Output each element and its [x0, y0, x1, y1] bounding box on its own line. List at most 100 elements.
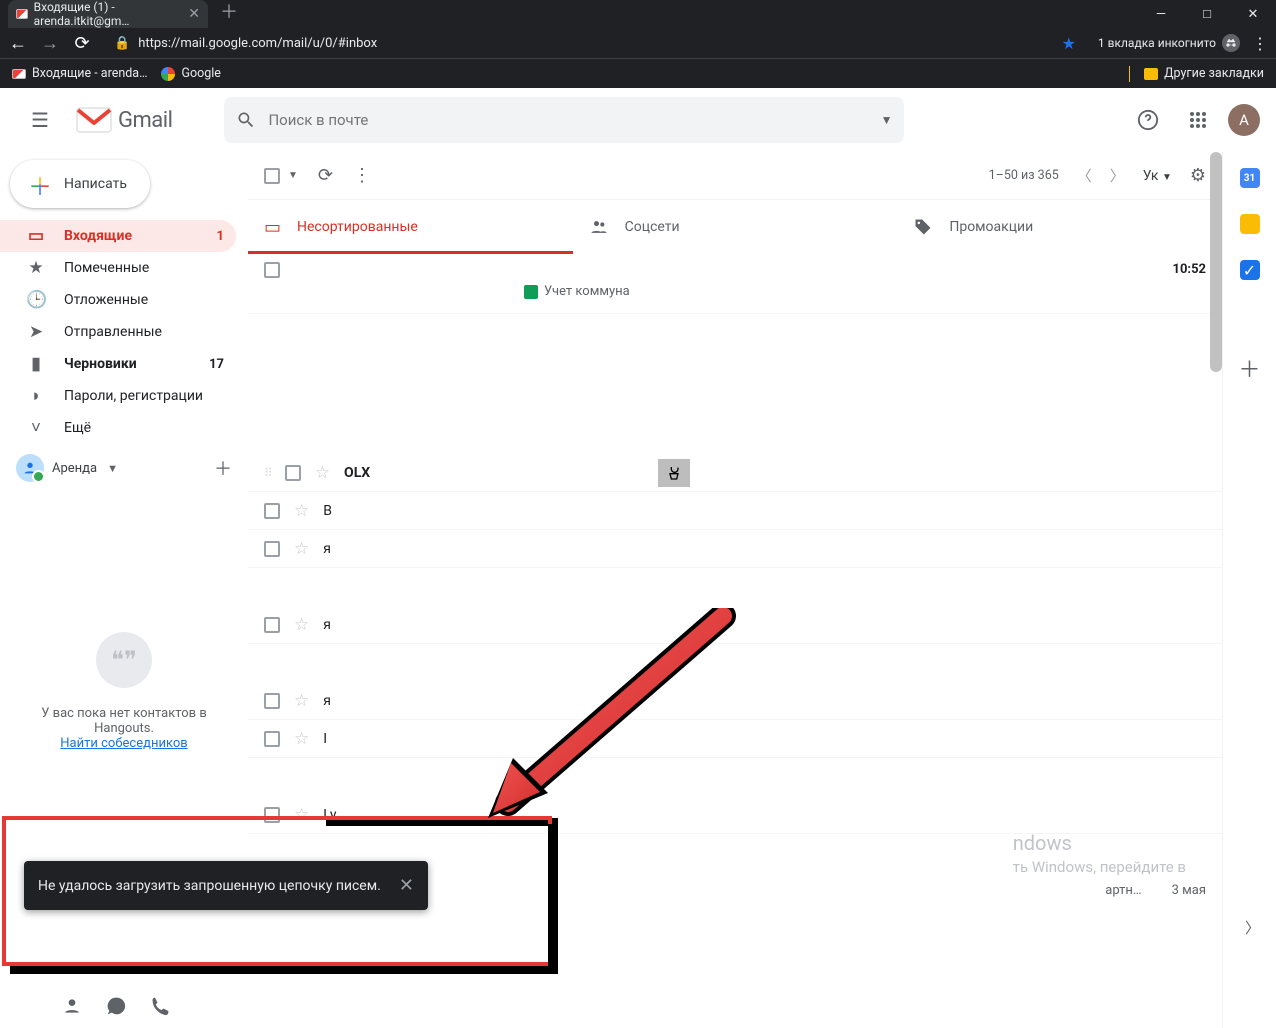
chevron-down-icon[interactable]: ▼ — [107, 462, 118, 475]
bookmark-item[interactable]: Google — [161, 66, 220, 81]
hangouts-find-link[interactable]: Найти собеседников — [60, 736, 187, 751]
window-minimize-button[interactable]: — — [1138, 0, 1184, 28]
search-input[interactable] — [268, 111, 868, 129]
sidebar-item-snoozed[interactable]: 🕒 Отложенные — [0, 284, 236, 316]
tasks-addon-button[interactable]: ✓ — [1240, 260, 1260, 280]
row-time: 10:52 — [1173, 262, 1207, 277]
mail-row[interactable]: ⠿ ☆ OLX — [248, 454, 1222, 492]
get-addons-button[interactable]: ＋ — [1238, 352, 1260, 384]
nav-back-icon[interactable]: ← — [8, 33, 28, 54]
browser-tab[interactable]: Входящие (1) - arenda.itkit@gm… ✕ — [8, 0, 208, 28]
hangouts-empty-text: У вас пока нет контактов в — [20, 706, 228, 721]
nav-forward-icon[interactable]: → — [40, 33, 60, 54]
bookmark-item[interactable]: Входящие - arenda… — [12, 66, 147, 81]
row-checkbox[interactable] — [285, 465, 301, 481]
star-icon[interactable]: ☆ — [294, 691, 309, 711]
tab-primary[interactable]: ▭ Несортированные — [248, 200, 573, 254]
search-box[interactable]: ▼ — [224, 97, 904, 143]
sidebar-item-count: 17 — [209, 357, 224, 372]
support-button[interactable] — [1128, 100, 1168, 140]
folder-icon — [1144, 68, 1158, 80]
star-icon[interactable]: ☆ — [315, 463, 330, 483]
input-lang-button[interactable]: Ук ▼ — [1143, 168, 1172, 184]
star-icon[interactable]: ☆ — [294, 729, 309, 749]
window-close-button[interactable]: ✕ — [1230, 0, 1276, 28]
mail-row[interactable]: ☆ я — [248, 682, 1222, 720]
error-snackbar: Не удалось загрузить запрошенную цепочку… — [24, 861, 428, 910]
mail-row[interactable]: ☆ я — [248, 530, 1222, 568]
mail-row[interactable]: ☆ В — [248, 492, 1222, 530]
mail-row[interactable]: ☆ я — [248, 606, 1222, 644]
new-conversation-button[interactable]: ＋ — [214, 455, 232, 481]
row-sender: я — [323, 541, 503, 557]
row-checkbox[interactable] — [264, 693, 280, 709]
select-dropdown-icon[interactable]: ▼ — [288, 170, 298, 181]
gmail-logo[interactable]: Gmail — [76, 107, 172, 133]
row-checkbox[interactable] — [264, 807, 280, 823]
close-icon[interactable]: ✕ — [399, 875, 414, 896]
other-bookmarks-button[interactable]: Другие закладки — [1144, 66, 1264, 81]
nav-reload-icon[interactable]: ⟳ — [72, 33, 92, 54]
new-tab-button[interactable]: ＋ — [220, 0, 238, 24]
label-icon: ◗ — [26, 386, 46, 406]
settings-button[interactable]: ⚙ — [1190, 165, 1206, 186]
row-checkbox[interactable] — [264, 541, 280, 557]
tab-promotions[interactable]: Промоакции — [897, 200, 1222, 254]
star-icon[interactable]: ☆ — [294, 539, 309, 559]
sidebar-item-starred[interactable]: ★ Помеченные — [0, 252, 236, 284]
select-all-checkbox[interactable] — [264, 168, 280, 184]
row-checkbox[interactable] — [264, 731, 280, 747]
hangouts-contacts-tab[interactable] — [62, 996, 82, 1016]
people-icon — [589, 217, 609, 237]
compose-button[interactable]: ＋ Написать — [10, 160, 150, 208]
keep-addon-button[interactable] — [1240, 214, 1260, 234]
hangouts-user-row[interactable]: Аренда ▼ ＋ — [0, 444, 248, 492]
hangouts-phone-tab[interactable] — [150, 996, 170, 1016]
next-page-button[interactable]: 〉 — [1110, 165, 1125, 186]
sidebar-item-drafts[interactable]: ▮ Черновики 17 — [0, 348, 236, 380]
apps-grid-button[interactable] — [1178, 100, 1218, 140]
browser-menu-icon[interactable]: ⋮ — [1252, 34, 1268, 53]
bookmark-separator — [1129, 66, 1130, 82]
mail-row-partial: артн… 3 мая — [1105, 883, 1206, 898]
scrollbar-thumb[interactable] — [1210, 152, 1222, 372]
mail-row[interactable]: ☆ I — [248, 720, 1222, 758]
row-checkbox[interactable] — [264, 617, 280, 633]
close-tab-icon[interactable]: ✕ — [188, 6, 200, 22]
calendar-addon-button[interactable]: 31 — [1240, 168, 1260, 188]
row-sender: В — [323, 503, 503, 519]
more-actions-button[interactable]: ⋮ — [353, 165, 371, 186]
hangouts-chat-tab[interactable] — [106, 996, 126, 1016]
row-checkbox[interactable] — [264, 503, 280, 519]
tab-social[interactable]: Соцсети — [573, 200, 898, 254]
row-checkbox[interactable] — [264, 262, 280, 278]
sidebar-item-count: 1 — [217, 229, 224, 244]
drag-handle-icon[interactable]: ⠿ — [264, 466, 271, 480]
prev-page-button[interactable]: 〈 — [1077, 165, 1092, 186]
gmail-favicon-icon — [16, 9, 28, 19]
search-icon[interactable] — [236, 110, 256, 130]
star-icon[interactable]: ☆ — [294, 501, 309, 521]
star-icon[interactable]: ☆ — [294, 805, 309, 825]
url-text: https://mail.google.com/mail/u/0/#inbox — [138, 36, 1053, 51]
incognito-indicator[interactable]: 1 вкладка инкогнито — [1098, 34, 1240, 52]
sidebar-item-label: Отложенные — [64, 292, 148, 308]
account-avatar[interactable]: A — [1228, 104, 1260, 136]
window-maximize-button[interactable]: □ — [1184, 0, 1230, 28]
category-tabs: ▭ Несортированные Соцсети Промоакции — [248, 200, 1222, 254]
file-icon: ▮ — [26, 354, 46, 374]
search-options-icon[interactable]: ▼ — [881, 113, 893, 127]
address-bar[interactable]: 🔒 https://mail.google.com/mail/u/0/#inbo… — [104, 29, 1086, 57]
sidebar-item-inbox[interactable]: ▭ Входящие 1 — [0, 220, 236, 252]
main-menu-button[interactable]: ☰ — [16, 96, 64, 144]
mail-row[interactable]: Учет коммуна 10:52 — [248, 254, 1222, 314]
hide-side-panel-button[interactable]: 〉 — [1245, 917, 1260, 938]
sidebar-item-sent[interactable]: ➤ Отправленные — [0, 316, 236, 348]
bookmark-star-icon[interactable]: ★ — [1062, 34, 1076, 53]
refresh-button[interactable]: ⟳ — [318, 165, 333, 186]
sidebar-item-more[interactable]: ˅ Ещё — [0, 412, 236, 444]
star-icon[interactable]: ☆ — [294, 615, 309, 635]
sidebar-item-label-passwords[interactable]: ◗ Пароли, регистрации — [0, 380, 236, 412]
tab-label: Промоакции — [949, 219, 1033, 235]
hangouts-username: Аренда — [52, 461, 97, 476]
